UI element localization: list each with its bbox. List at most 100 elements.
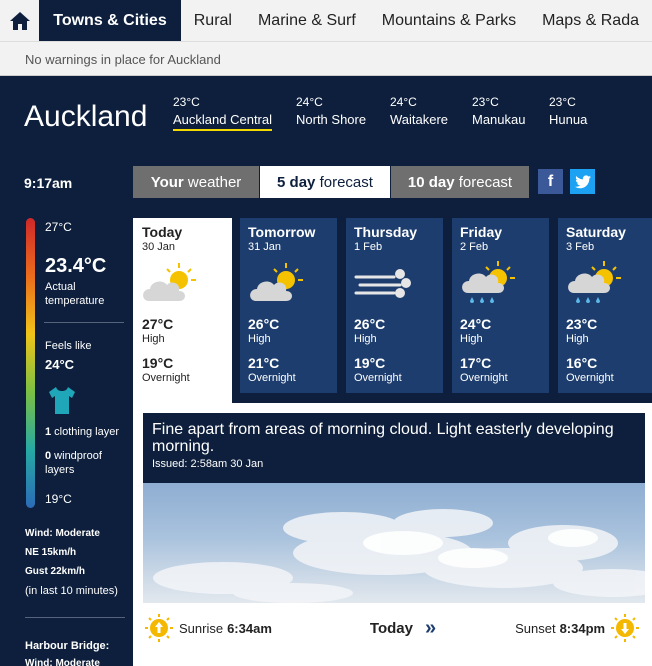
partly-cloudy-icon <box>250 263 303 301</box>
day-name: Tomorrow <box>248 224 316 240</box>
windproof-text: windproof <box>51 450 102 462</box>
location-temp: 23°C <box>472 95 499 109</box>
city-title: Auckland <box>24 100 148 133</box>
location-auckland-central[interactable]: 23°C Auckland Central <box>173 95 272 131</box>
divider <box>25 617 125 618</box>
day-name: Saturday <box>566 224 626 240</box>
day-high-label: High <box>566 333 589 345</box>
windproof-layers: 0 windproof <box>45 450 102 462</box>
day-high: 23°C <box>566 316 598 332</box>
day-high-label: High <box>142 333 165 345</box>
actual-label: Actual <box>45 281 76 293</box>
day-low-label: Overnight <box>142 372 190 384</box>
sunrise-label: Sunrise <box>179 620 224 636</box>
nav-rural[interactable]: Rural <box>181 0 245 41</box>
nav-towns-cities[interactable]: Towns & Cities <box>39 0 181 41</box>
sun-day-label: Today <box>369 619 413 637</box>
day-low: 21°C <box>248 355 280 371</box>
scale-top-label: 27°C <box>45 220 72 234</box>
next-day-button[interactable]: » <box>425 618 436 638</box>
day-card-tomorrow[interactable]: Tomorrow 31 Jan 26°C High 21°C Overnight <box>240 218 337 393</box>
home-icon <box>9 11 30 30</box>
wind-strength: Wind: Moderate <box>25 528 100 539</box>
showers-icon <box>568 261 621 303</box>
location-manukau[interactable]: 23°C Manukau <box>472 95 525 127</box>
windy-icon <box>354 269 411 298</box>
forecast-text: Fine apart from areas of morning cloud. … <box>152 421 614 455</box>
tab-10-day-forecast[interactable]: 10 day forecast <box>391 166 529 198</box>
location-name: North Shore <box>296 112 367 127</box>
tab-5-day-forecast[interactable]: 5 day forecast <box>260 166 390 198</box>
location-name: Auckland Central <box>173 112 272 131</box>
wind-direction: NE 15km/h <box>25 547 77 558</box>
location-name: Hunua <box>549 112 588 127</box>
sun-times-bar: Sunrise 6:34am Today » Sunset 8:34pm <box>143 606 645 650</box>
day-low: 16°C <box>566 355 598 371</box>
forecast-summary: Fine apart from areas of morning cloud. … <box>143 413 645 483</box>
temperature-scale <box>26 218 35 508</box>
day-card-saturday[interactable]: Saturday 3 Feb 23°C High 16°C Overnight <box>558 218 652 393</box>
day-name: Friday <box>460 224 503 240</box>
scale-bottom-label: 19°C <box>45 492 72 506</box>
tab-rest: forecast <box>454 173 513 191</box>
harbour-bridge-label: Harbour Bridge: <box>25 640 110 652</box>
sunrise-icon <box>145 614 173 642</box>
nav-mountains-parks[interactable]: Mountains & Parks <box>369 0 529 41</box>
warning-bar: No warnings in place for Auckland <box>0 42 652 76</box>
sunset-icon <box>611 614 640 642</box>
day-date: 30 Jan <box>142 241 176 253</box>
top-nav: Towns & Cities Rural Marine & Surf Mount… <box>0 0 652 42</box>
tab-bold: 10 day <box>407 173 455 191</box>
day-low-label: Overnight <box>248 372 296 384</box>
day-high: 26°C <box>248 316 280 332</box>
twitter-button[interactable] <box>570 169 595 194</box>
clothing-text: clothing layer <box>51 426 119 438</box>
location-temp: 23°C <box>173 95 200 109</box>
location-temp: 24°C <box>390 95 417 109</box>
location-name: Manukau <box>472 112 526 127</box>
actual-temperature: 23.4°C <box>45 255 107 277</box>
sunset-time: 8:34pm <box>559 620 606 636</box>
facebook-button[interactable]: f <box>538 169 563 194</box>
facebook-icon: f <box>547 172 554 190</box>
divider <box>44 322 124 323</box>
tab-rest: forecast <box>315 173 373 191</box>
location-hunua[interactable]: 23°C Hunua <box>549 95 587 127</box>
day-low: 19°C <box>142 355 174 371</box>
day-high: 24°C <box>460 316 492 332</box>
showers-icon <box>462 261 515 303</box>
day-low-label: Overnight <box>566 372 614 384</box>
wind-period: (in last 10 minutes) <box>25 585 118 597</box>
location-name: Waitakere <box>390 112 449 127</box>
harbour-bridge-wind: Wind: Moderate <box>25 658 100 666</box>
day-high: 26°C <box>354 316 386 332</box>
location-waitakere[interactable]: 24°C Waitakere <box>390 95 448 127</box>
day-high: 27°C <box>142 316 174 332</box>
day-high-label: High <box>354 333 377 345</box>
wind-gust: Gust 22km/h <box>25 566 86 577</box>
tab-your-weather[interactable]: Your weather <box>133 166 259 198</box>
sky-image <box>143 483 645 603</box>
day-high-label: High <box>460 333 483 345</box>
day-low: 17°C <box>460 355 492 371</box>
day-card-today[interactable]: Today 30 Jan 27°C High 19°C Overnight <box>133 218 232 403</box>
sunset-label: Sunset <box>515 620 556 636</box>
nav-maps-radar[interactable]: Maps & Rada <box>529 0 652 41</box>
day-card-thursday[interactable]: Thursday 1 Feb 26°C High 19°C Overnight <box>346 218 443 393</box>
day-date: 31 Jan <box>248 241 282 253</box>
partly-cloudy-icon <box>143 263 196 301</box>
temperature-label: temperature <box>45 295 105 307</box>
day-date: 1 Feb <box>354 241 383 253</box>
location-north-shore[interactable]: 24°C North Shore <box>296 95 366 127</box>
windproof-text-2: layers <box>45 464 75 476</box>
day-card-friday[interactable]: Friday 2 Feb 24°C High 17°C Overnight <box>452 218 549 393</box>
day-name: Thursday <box>354 224 418 240</box>
twitter-icon <box>574 174 591 188</box>
tab-bold: 5 day <box>277 173 316 191</box>
sunrise-time: 6:34am <box>227 620 272 636</box>
feels-like-label: Feels like <box>45 340 92 352</box>
nav-marine-surf[interactable]: Marine & Surf <box>245 0 369 41</box>
clothing-layers: 1 clothing layer <box>45 426 135 438</box>
home-button[interactable] <box>0 0 39 41</box>
tab-bold: Your <box>150 173 184 191</box>
